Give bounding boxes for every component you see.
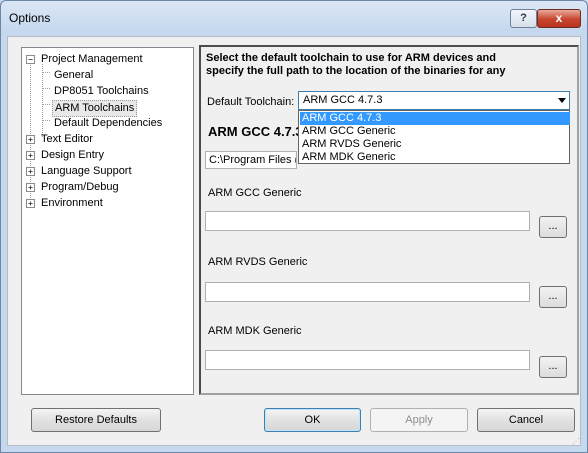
expand-icon[interactable]: + (26, 199, 35, 208)
dropdown-option[interactable]: ARM GCC 4.7.3 (300, 112, 570, 125)
dropdown-option[interactable]: ARM RVDS Generic (300, 138, 570, 151)
arm-gcc-generic-browse-button[interactable]: ... (539, 216, 567, 238)
tree-node-label: ARM Toolchains (52, 100, 138, 117)
close-button[interactable]: x (537, 9, 581, 28)
selected-toolchain-value: ARM GCC 4.7.3 (303, 94, 383, 106)
tree-node-label: Environment (41, 197, 103, 209)
chevron-down-icon[interactable] (558, 98, 566, 103)
tree-connector (42, 64, 43, 137)
tree-node-label: Program/Debug (41, 181, 119, 193)
tree-node-label: Default Dependencies (54, 117, 163, 129)
apply-button[interactable]: Apply (370, 408, 468, 432)
arm-gcc-generic-label: ARM GCC Generic (208, 187, 302, 199)
tree-node-label: Project Management (41, 53, 143, 65)
arm-rvds-generic-browse-button[interactable]: ... (539, 286, 567, 308)
arm-mdk-generic-path-input[interactable] (205, 350, 530, 370)
window-title: Options (9, 11, 51, 25)
heading-line: specify the full path to the location of… (206, 65, 506, 77)
heading-line: Select the default toolchain to use for … (206, 52, 496, 64)
arm-mdk-generic-browse-button[interactable]: ... (539, 356, 567, 378)
tree-connector (42, 120, 50, 121)
arm-gcc-generic-path-input[interactable] (205, 211, 530, 231)
expand-icon[interactable]: + (26, 135, 35, 144)
toolchain-dropdown-list[interactable]: ARM GCC 4.7.3 ARM GCC Generic ARM RVDS G… (298, 110, 570, 164)
cancel-button[interactable]: Cancel (477, 408, 575, 432)
dropdown-option[interactable]: ARM MDK Generic (300, 151, 570, 164)
resize-grip-icon[interactable]: ⋰ (572, 437, 582, 447)
tree-node-label: General (54, 69, 94, 81)
options-tree[interactable]: − Project Management General DP8051 Tool… (21, 47, 194, 395)
toolchain-path-field[interactable]: C:\Program Files (x (205, 151, 297, 169)
tree-connector (42, 72, 50, 73)
dropdown-option[interactable]: ARM GCC Generic (300, 125, 570, 138)
default-toolchain-select[interactable]: ARM GCC 4.7.3 (298, 91, 570, 110)
expand-icon[interactable]: + (26, 151, 35, 160)
title-bar[interactable]: Options ? x (1, 1, 587, 35)
restore-defaults-button[interactable]: Restore Defaults (31, 408, 161, 432)
expand-icon[interactable]: + (26, 167, 35, 176)
ok-button[interactable]: OK (264, 408, 361, 432)
arm-mdk-generic-label: ARM MDK Generic (208, 325, 302, 337)
help-button[interactable]: ? (510, 9, 537, 28)
collapse-icon[interactable]: − (26, 55, 35, 64)
tree-node-label: Text Editor (41, 133, 93, 145)
tree-connector (42, 88, 50, 89)
expand-icon[interactable]: + (26, 183, 35, 192)
tree-node-label: Design Entry (41, 149, 104, 161)
tree-connector (42, 104, 50, 105)
current-toolchain-heading: ARM GCC 4.7.3 (208, 124, 303, 139)
default-toolchain-label: Default Toolchain: (207, 96, 295, 108)
arm-rvds-generic-path-input[interactable] (205, 282, 530, 302)
arm-rvds-generic-label: ARM RVDS Generic (208, 256, 308, 268)
tree-node-label: Language Support (41, 165, 132, 177)
tree-node-label: DP8051 Toolchains (54, 85, 149, 97)
panel-heading: Select the default toolchain to use for … (206, 52, 566, 78)
